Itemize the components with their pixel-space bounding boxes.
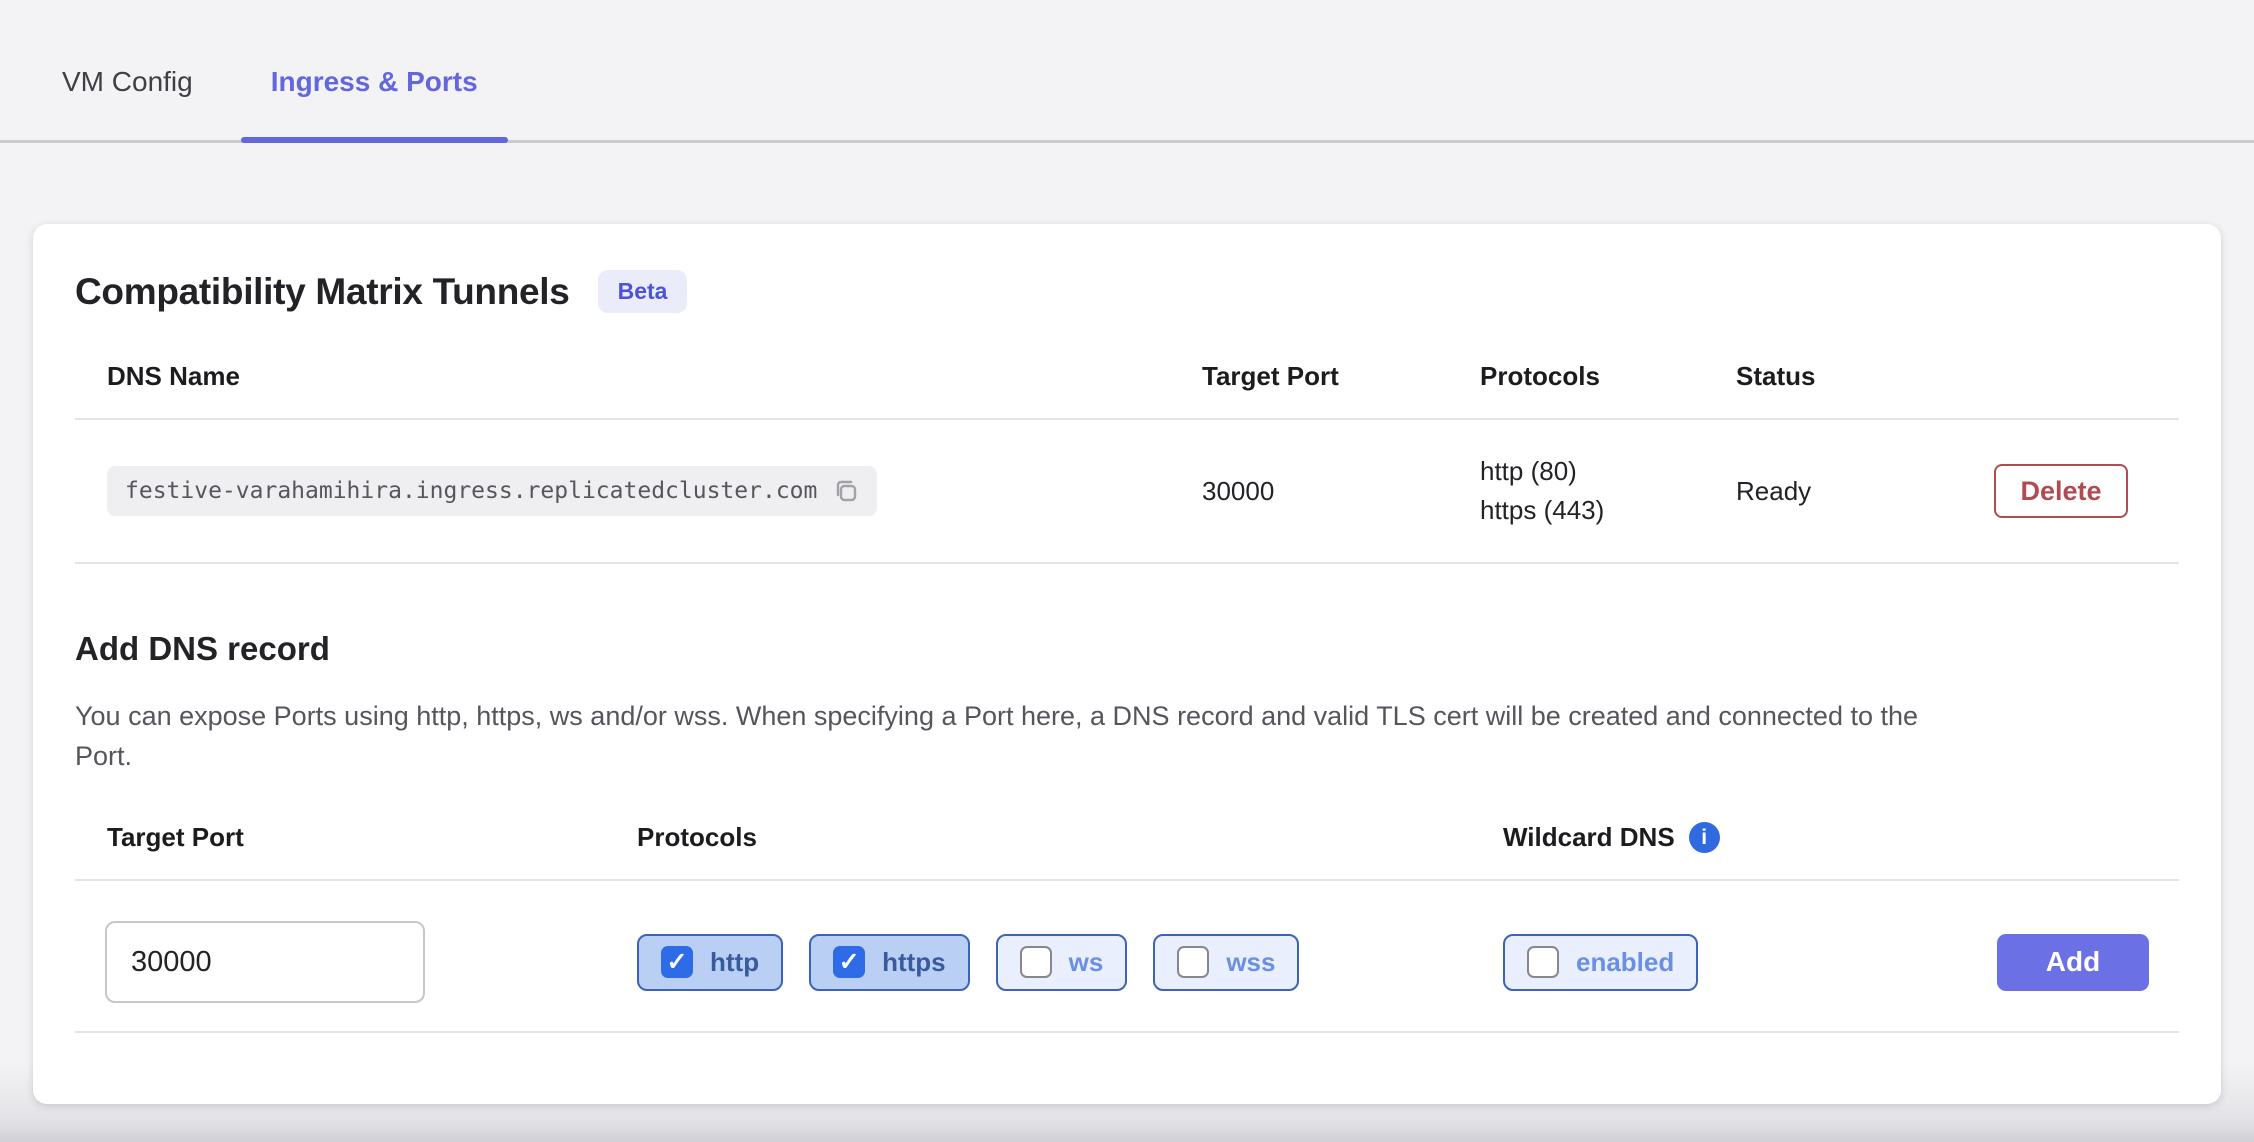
add-dns-form-header: Target Port Protocols Wildcard DNS i — [75, 822, 2179, 881]
description-line-1: You can expose Ports using http, https, … — [75, 696, 2179, 736]
wildcard-dns-label: Wildcard DNS — [1503, 822, 1675, 853]
info-icon[interactable]: i — [1689, 822, 1720, 853]
tunnels-table-header: DNS Name Target Port Protocols Status — [75, 361, 2179, 420]
delete-button[interactable]: Delete — [1994, 464, 2128, 518]
copy-icon[interactable] — [833, 478, 859, 504]
protocol-https: https (443) — [1480, 491, 1736, 530]
form-header-target-port: Target Port — [75, 822, 605, 853]
target-port-field-cell — [75, 921, 605, 1003]
checkbox-enabled: ✓ — [1527, 946, 1559, 978]
card-title: Compatibility Matrix Tunnels — [75, 271, 570, 313]
add-dns-description: You can expose Ports using http, https, … — [75, 696, 2179, 776]
add-dns-form-row: ✓ http ✓ https ✓ ws ✓ wss ✓ enabled Add — [75, 881, 2179, 1033]
protocols-cell: http (80) https (443) — [1480, 452, 1736, 530]
dns-name-cell: festive-varahamihira.ingress.replicatedc… — [75, 466, 1202, 516]
checkbox-http: ✓ — [661, 946, 693, 978]
add-button[interactable]: Add — [1997, 934, 2149, 991]
form-header-wildcard: Wildcard DNS i — [1471, 822, 1901, 853]
target-port-input[interactable] — [105, 921, 425, 1003]
protocol-checkbox-https[interactable]: ✓ https — [809, 934, 970, 991]
checkbox-https: ✓ — [833, 946, 865, 978]
description-line-2: Port. — [75, 736, 2179, 776]
col-header-dns-name: DNS Name — [75, 361, 1202, 392]
tab-bar: VM Config Ingress & Ports — [0, 0, 2254, 143]
col-header-target-port: Target Port — [1202, 361, 1480, 392]
protocol-label-ws: ws — [1069, 947, 1104, 978]
dns-name-pill: festive-varahamihira.ingress.replicatedc… — [107, 466, 877, 516]
status-cell: Ready — [1736, 476, 1994, 507]
checkbox-wss: ✓ — [1177, 946, 1209, 978]
dns-name-text: festive-varahamihira.ingress.replicatedc… — [125, 478, 817, 504]
beta-badge: Beta — [598, 270, 688, 313]
compatibility-matrix-card: Compatibility Matrix Tunnels Beta DNS Na… — [33, 224, 2221, 1104]
protocol-checkbox-ws[interactable]: ✓ ws — [996, 934, 1128, 991]
form-header-protocols: Protocols — [605, 822, 1471, 853]
protocol-pill-group: ✓ http ✓ https ✓ ws ✓ wss — [637, 934, 1471, 991]
col-header-protocols: Protocols — [1480, 361, 1736, 392]
wildcard-cell: ✓ enabled — [1503, 934, 1901, 991]
tab-ingress-ports[interactable]: Ingress & Ports — [241, 66, 508, 140]
card-title-row: Compatibility Matrix Tunnels Beta — [75, 270, 2179, 313]
checkbox-ws: ✓ — [1020, 946, 1052, 978]
col-header-status: Status — [1736, 361, 1994, 392]
wildcard-enabled-checkbox[interactable]: ✓ enabled — [1503, 934, 1698, 991]
table-row: festive-varahamihira.ingress.replicatedc… — [75, 420, 2179, 564]
protocol-checkbox-http[interactable]: ✓ http — [637, 934, 783, 991]
wildcard-enabled-label: enabled — [1576, 947, 1674, 978]
tab-vm-config[interactable]: VM Config — [62, 66, 193, 140]
protocol-label-http: http — [710, 947, 759, 978]
protocol-label-wss: wss — [1226, 947, 1275, 978]
add-dns-title: Add DNS record — [75, 630, 2179, 668]
target-port-cell: 30000 — [1202, 476, 1480, 507]
protocol-checkbox-wss[interactable]: ✓ wss — [1153, 934, 1299, 991]
protocol-label-https: https — [882, 947, 946, 978]
protocol-http: http (80) — [1480, 452, 1736, 491]
